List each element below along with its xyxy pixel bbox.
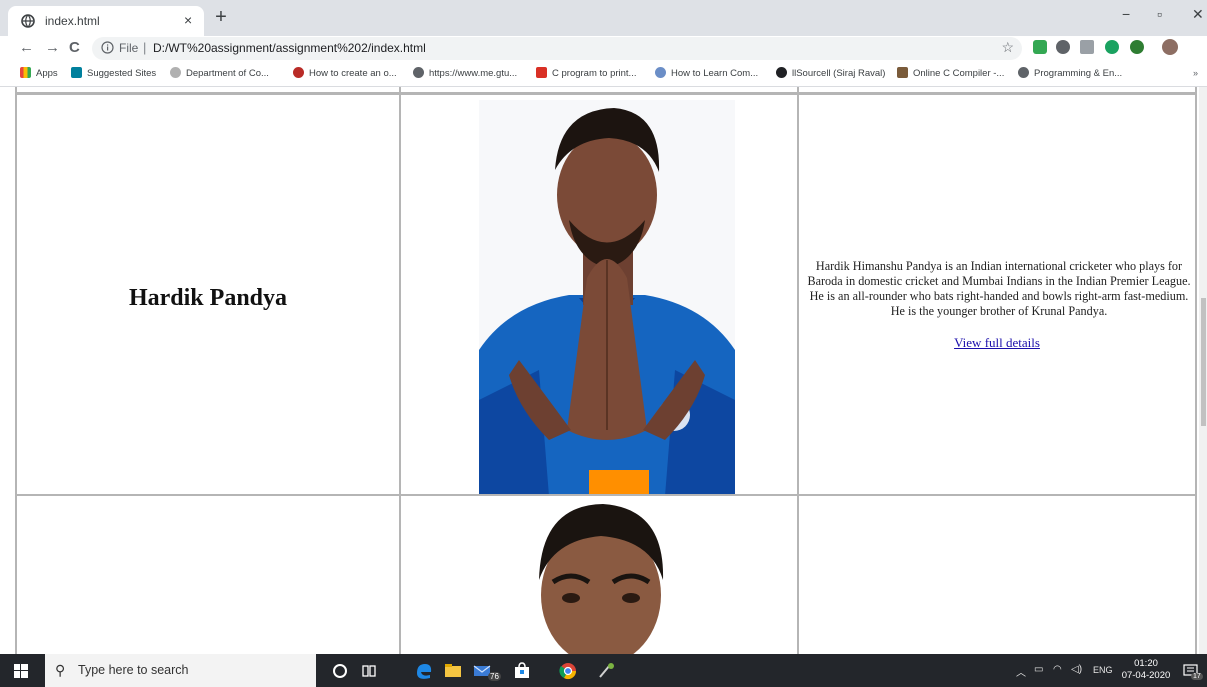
bookmark-item[interactable]: C program to print...	[536, 67, 636, 81]
show-hidden-icons-icon[interactable]: ︿	[1016, 664, 1026, 679]
flower-icon	[655, 67, 666, 78]
tab-strip: index.html × + − ▫ ✕	[0, 0, 1207, 36]
globe-icon	[21, 14, 35, 28]
book-icon	[536, 67, 547, 78]
clock-time: 01:20	[1134, 658, 1158, 669]
profile-avatar[interactable]	[1162, 39, 1178, 55]
windows-start-icon[interactable]	[14, 664, 28, 678]
battery-icon[interactable]: ▭	[1034, 664, 1043, 675]
bookmarks-bar: Apps Suggested Sites Department of Co...…	[0, 62, 1207, 87]
bookmark-label: Online C Compiler -...	[913, 68, 1005, 79]
volume-icon[interactable]: ◁)	[1071, 664, 1082, 675]
bookmark-label: Suggested Sites	[87, 68, 157, 79]
file-explorer-icon[interactable]	[443, 661, 463, 681]
player-description-cell: Hardik Himanshu Pandya is an Indian inte…	[797, 93, 1197, 496]
github-icon	[776, 67, 787, 78]
bookmark-label: C program to print...	[552, 68, 637, 79]
reload-button[interactable]: C	[69, 39, 80, 56]
minimize-button[interactable]: −	[1122, 6, 1130, 22]
search-icon: ⚲	[55, 662, 66, 678]
globe-icon	[170, 67, 181, 78]
url-separator: |	[143, 40, 147, 55]
bookmark-label: How to Learn Com...	[671, 68, 759, 79]
task-view-icon[interactable]	[359, 661, 379, 681]
bookmark-label: Department of Co...	[186, 68, 269, 79]
clock-date: 07-04-2020	[1121, 670, 1171, 681]
bookmark-label: llSourcell (Siraj Raval)	[792, 68, 886, 79]
back-button[interactable]: ←	[19, 39, 34, 56]
view-full-details-link[interactable]: View full details	[799, 335, 1195, 351]
bookmark-item[interactable]: Suggested Sites	[71, 67, 156, 81]
bookmarks-overflow-icon[interactable]: »	[1193, 68, 1198, 78]
tab-index-html[interactable]: index.html ×	[8, 6, 204, 36]
bing-icon	[71, 67, 82, 78]
globe-icon	[1018, 67, 1029, 78]
page-viewport: Hardik Pandya Hardik Himanshu Pandya is …	[0, 87, 1207, 654]
windows-taskbar: ⚲ Type here to search 76 ︿ ▭ ◠ ◁) ENG 01…	[0, 654, 1207, 687]
info-icon[interactable]	[101, 41, 114, 54]
player-photo	[539, 504, 664, 654]
mail-badge: 76	[488, 672, 501, 681]
shield-extension-icon[interactable]	[1033, 40, 1047, 54]
earth-extension-icon[interactable]	[1130, 40, 1144, 54]
edge-icon[interactable]	[414, 661, 434, 681]
url-scheme: File	[119, 41, 139, 55]
bookmark-item[interactable]: How to Learn Com...	[655, 67, 758, 81]
extension-icon[interactable]	[1056, 40, 1070, 54]
bookmark-item[interactable]: Apps	[20, 67, 58, 81]
language-indicator[interactable]: ENG	[1093, 665, 1113, 675]
player-name-cell: Hardik Pandya	[15, 93, 401, 496]
bookmark-item[interactable]: How to create an o...	[293, 67, 397, 81]
bookmark-item[interactable]: https://www.me.gtu...	[413, 67, 517, 81]
url-text[interactable]: D:/WT%20assignment/assignment%202/index.…	[153, 41, 426, 55]
maximize-button[interactable]: ▫	[1157, 6, 1162, 22]
screenshot-extension-icon[interactable]	[1080, 40, 1094, 54]
bookmark-label: https://www.me.gtu...	[429, 68, 518, 79]
player-description-cell	[797, 494, 1197, 654]
quora-icon	[293, 67, 304, 78]
bookmark-star-icon[interactable]: ☆	[1001, 39, 1014, 56]
java-cup-icon	[897, 67, 908, 78]
apps-grid-icon	[20, 67, 31, 78]
bookmark-item[interactable]: llSourcell (Siraj Raval)	[776, 67, 885, 81]
bookmark-item[interactable]: Department of Co...	[170, 67, 269, 81]
cortana-icon[interactable]	[330, 661, 350, 681]
notification-badge: 17	[1191, 673, 1203, 680]
page-scrollbar-thumb[interactable]	[1201, 298, 1206, 426]
search-placeholder: Type here to search	[78, 663, 189, 677]
browser-toolbar: ← → C File | D:/WT%20assignment/assignme…	[0, 36, 1207, 92]
tab-close-icon[interactable]: ×	[184, 12, 192, 28]
chrome-icon[interactable]	[558, 661, 578, 681]
store-icon[interactable]	[512, 661, 532, 681]
player-photo-cell	[399, 494, 799, 654]
address-bar[interactable]: File | D:/WT%20assignment/assignment%202…	[92, 37, 1022, 60]
bookmark-label: Programming & En...	[1034, 68, 1123, 79]
bookmark-item[interactable]: Programming & En...	[1018, 67, 1122, 81]
taskbar-search-box[interactable]: ⚲ Type here to search	[45, 654, 316, 687]
player-description: Hardik Himanshu Pandya is an Indian inte…	[807, 259, 1191, 318]
new-tab-button[interactable]: +	[210, 7, 232, 29]
player-photo	[479, 100, 735, 496]
globe-icon	[413, 67, 424, 78]
close-window-button[interactable]: ✕	[1192, 6, 1204, 23]
forward-button[interactable]: →	[45, 39, 60, 56]
tab-title: index.html	[45, 14, 100, 28]
wifi-icon[interactable]: ◠	[1053, 664, 1062, 675]
bookmark-item[interactable]: Online C Compiler -...	[897, 67, 1004, 81]
snipping-tool-icon[interactable]	[596, 661, 616, 681]
player-photo-cell	[399, 93, 799, 496]
player-name: Hardik Pandya	[128, 285, 288, 311]
grammarly-extension-icon[interactable]	[1105, 40, 1119, 54]
taskbar-clock[interactable]: 01:20 07-04-2020	[1120, 658, 1172, 682]
bookmark-label: How to create an o...	[309, 68, 397, 79]
bookmark-label: Apps	[36, 68, 58, 79]
player-name-cell	[15, 494, 401, 654]
